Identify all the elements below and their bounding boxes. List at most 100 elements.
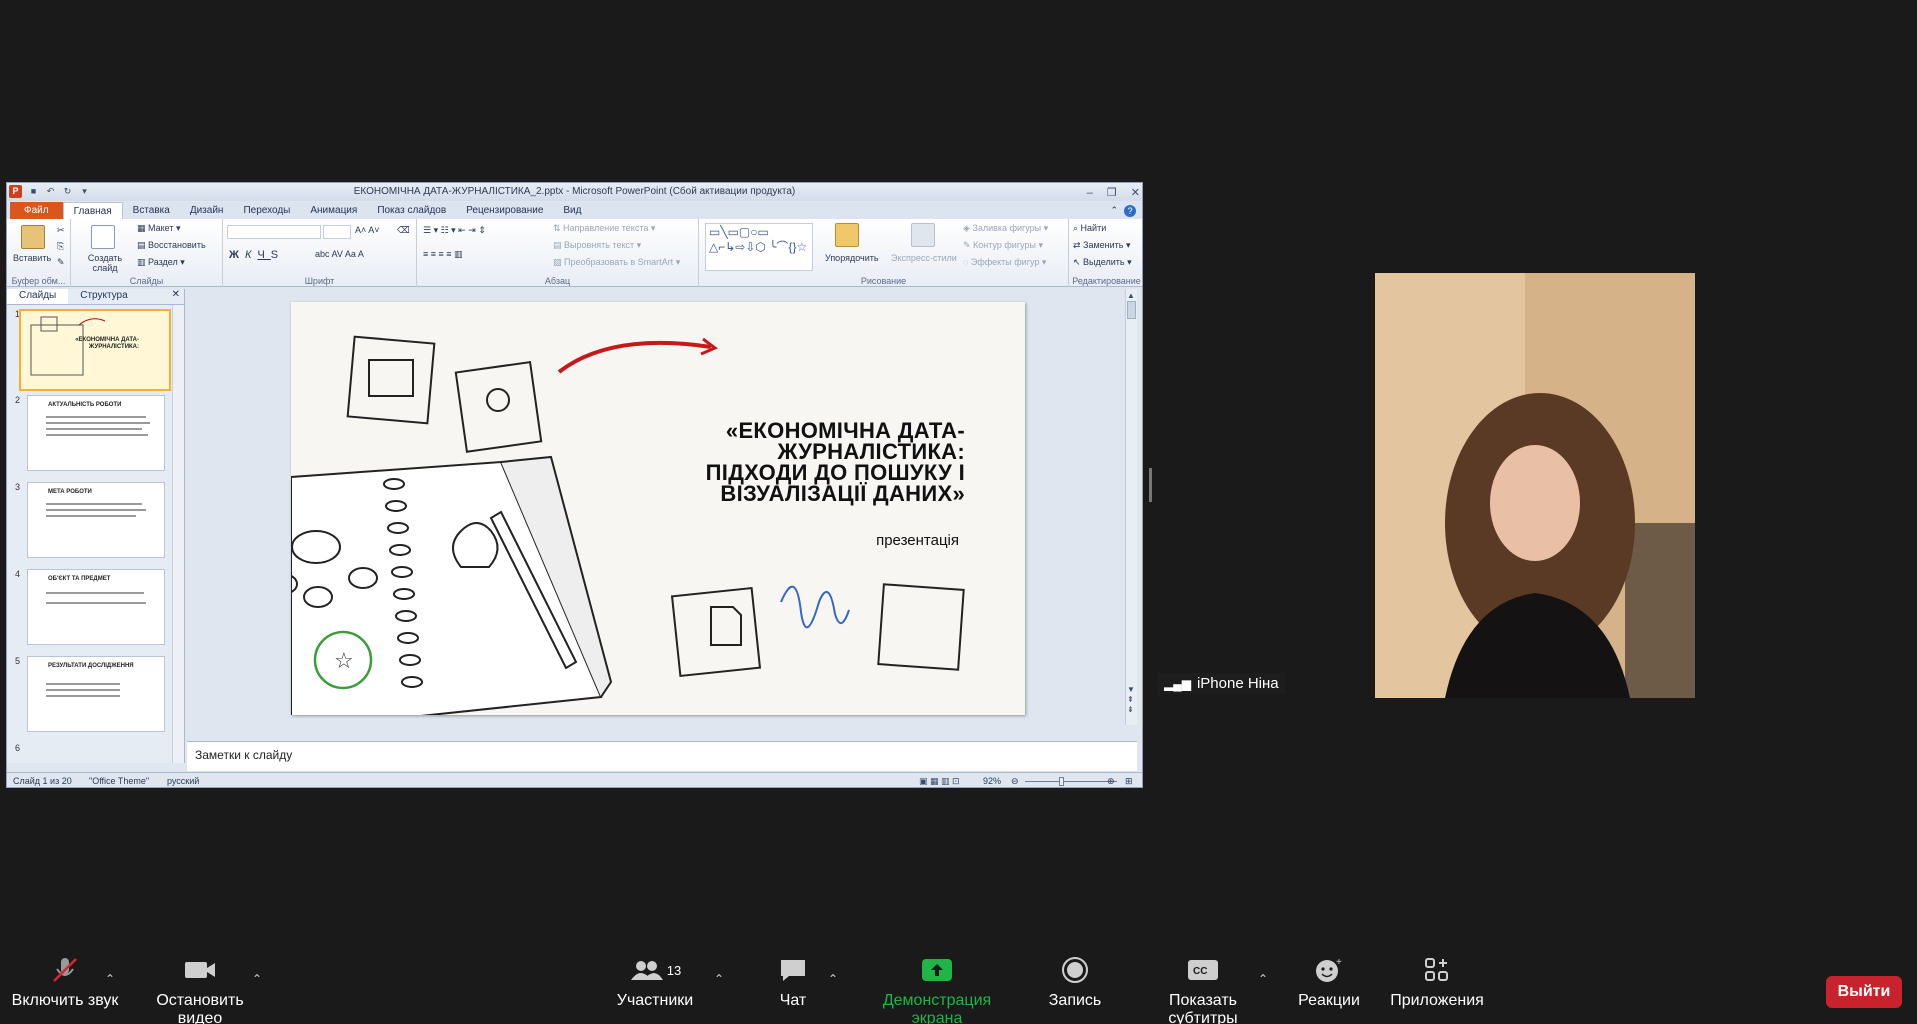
tab-file[interactable]: Файл xyxy=(10,202,63,219)
slide-thumbnail-5[interactable]: РЕЗУЛЬТАТИ ДОСЛІДЖЕННЯ xyxy=(27,656,165,732)
slide-thumbnail-3[interactable]: МЕТА РОБОТИ xyxy=(27,482,165,558)
tab-slides[interactable]: Слайды xyxy=(7,289,69,304)
shape-effects-button[interactable]: ◌ Эффекты фигур ▾ xyxy=(963,257,1046,268)
participant-video[interactable] xyxy=(1375,273,1695,698)
zoom-in-icon[interactable]: ⊕ xyxy=(1107,776,1115,787)
stop-video-button[interactable]: Остановить видео xyxy=(132,950,268,1024)
paste-icon[interactable] xyxy=(21,225,45,249)
quick-access-toolbar: P ■ ↶ ↻ ▾ xyxy=(9,185,90,198)
zoom-out-icon[interactable]: ⊖ xyxy=(1011,776,1019,787)
smartart-button[interactable]: ▧ Преобразовать в SmartArt ▾ xyxy=(553,257,680,268)
slide-thumbnail-1[interactable]: «ЕКОНОМІЧНА ДАТА- ЖУРНАЛІСТИКА: xyxy=(19,309,171,391)
zoom-slider-thumb[interactable] xyxy=(1059,777,1064,786)
chat-options-chevron-icon[interactable]: ⌃ xyxy=(828,972,838,986)
participants-options-chevron-icon[interactable]: ⌃ xyxy=(714,972,724,986)
language-indicator[interactable]: русский xyxy=(167,776,199,786)
splitter-handle[interactable] xyxy=(1149,468,1152,502)
align-buttons-icon[interactable]: ≡ ≡ ≡ ≡ ▥ xyxy=(423,249,463,260)
format-painter-icon[interactable]: ✎ xyxy=(57,257,65,268)
quick-styles-button[interactable]: Экспресс-стили xyxy=(891,253,957,263)
text-direction-label: Направление текста xyxy=(563,223,649,233)
powerpoint-logo-icon[interactable]: P xyxy=(9,185,22,198)
leave-meeting-button[interactable]: Выйти xyxy=(1826,976,1902,1008)
tab-design[interactable]: Дизайн xyxy=(180,202,234,219)
tab-insert[interactable]: Вставка xyxy=(123,202,180,219)
font-effects-icons[interactable]: abc AV Aa A xyxy=(315,249,364,259)
zoom-slider[interactable] xyxy=(1025,781,1117,782)
select-button[interactable]: ↖ Выделить ▾ xyxy=(1073,257,1132,268)
scroll-up-icon[interactable]: ▲ xyxy=(1127,291,1135,300)
grow-font-icon[interactable]: A˄ A˅ xyxy=(355,225,380,235)
participants-button[interactable]: 13 Участники xyxy=(612,950,698,1024)
redo-icon[interactable]: ↻ xyxy=(62,186,73,197)
tab-review[interactable]: Рецензирование xyxy=(456,202,553,219)
slide-scrollbar[interactable]: ▲ ▼ ⇞ ⇟ xyxy=(1125,289,1137,725)
section-button[interactable]: ▥ Раздел ▾ xyxy=(137,257,185,268)
tab-home[interactable]: Главная xyxy=(62,201,123,220)
font-style-buttons[interactable]: ЖКЧS xyxy=(229,249,284,261)
shape-outline-button[interactable]: ✎ Контур фигуры ▾ xyxy=(963,240,1043,251)
reactions-button[interactable]: + Реакции xyxy=(1296,950,1362,1024)
tab-slideshow[interactable]: Показ слайдов xyxy=(367,202,456,219)
audio-options-chevron-icon[interactable]: ⌃ xyxy=(105,972,115,986)
close-icon[interactable]: ✕ xyxy=(1131,184,1140,202)
save-icon[interactable]: ■ xyxy=(28,186,39,197)
slide-subtitle[interactable]: презентація xyxy=(876,532,959,549)
align-text-button[interactable]: ▤ Выровнять текст ▾ xyxy=(553,240,641,251)
minimize-icon[interactable]: – xyxy=(1087,184,1093,202)
customize-dropdown-icon[interactable]: ▾ xyxy=(79,186,90,197)
tab-transitions[interactable]: Переходы xyxy=(233,202,300,219)
arrange-icon[interactable] xyxy=(835,223,859,247)
find-button[interactable]: ⌕ Найти xyxy=(1073,223,1106,234)
replace-button[interactable]: ⇄ Заменить ▾ xyxy=(1073,240,1131,251)
cut-icon[interactable]: ✂ xyxy=(57,225,65,236)
list-buttons-icon[interactable]: ☰ ▾ ☷ ▾ ⇤ ⇥ ⇕ xyxy=(423,225,486,236)
collapse-ribbon-icon[interactable]: ⌃ xyxy=(1110,205,1118,217)
record-button[interactable]: Запись xyxy=(1046,950,1104,1024)
chat-button[interactable]: Чат xyxy=(770,950,816,1024)
copy-icon[interactable]: ⎘ xyxy=(57,241,64,252)
view-buttons-icon[interactable]: ▣ ▦ ▥ ⊡ xyxy=(919,776,960,787)
reset-icon: ▤ xyxy=(137,240,149,250)
shape-fill-button[interactable]: ◈ Заливка фигуры ▾ xyxy=(963,223,1048,234)
apps-button[interactable]: Приложения xyxy=(1386,950,1488,1024)
clear-formatting-icon[interactable]: ⌫ xyxy=(397,225,410,236)
layout-button[interactable]: ▦ Макет ▾ xyxy=(137,223,181,234)
captions-button[interactable]: CC Показать субтитры xyxy=(1134,950,1272,1024)
close-pane-icon[interactable]: ✕ xyxy=(168,289,184,304)
participants-icon: 13 xyxy=(612,950,698,990)
fit-slide-icon[interactable]: ⊞ xyxy=(1125,776,1133,787)
captions-options-chevron-icon[interactable]: ⌃ xyxy=(1258,972,1268,986)
slides-pane-scrollbar[interactable] xyxy=(172,305,184,763)
tab-animations[interactable]: Анимация xyxy=(300,202,367,219)
unmute-button[interactable]: Включить звук xyxy=(10,950,120,1024)
slide-thumbnail-2[interactable]: АКТУАЛЬНІСТЬ РОБОТИ xyxy=(27,395,165,471)
arrange-button[interactable]: Упорядочить xyxy=(825,253,879,263)
scroll-thumb[interactable] xyxy=(1127,301,1136,319)
undo-icon[interactable]: ↶ xyxy=(45,186,56,197)
tab-view[interactable]: Вид xyxy=(553,202,591,219)
new-slide-button[interactable]: Создать слайд xyxy=(85,253,125,273)
thumbnail-sketch-image: «ЕКОНОМІЧНА ДАТА-ЖУРНАЛІСТИКА: xyxy=(30,316,139,376)
record-label: Запись xyxy=(1048,992,1102,1009)
apps-label: Приложения xyxy=(1390,992,1484,1009)
new-slide-icon[interactable] xyxy=(91,225,115,249)
scroll-down-icons[interactable]: ▼ ⇞ ⇟ xyxy=(1127,685,1135,715)
notes-pane[interactable]: Заметки к слайду xyxy=(187,741,1137,771)
help-icon[interactable]: ? xyxy=(1124,204,1136,217)
current-slide[interactable]: ☆ «ЕКОНОМІЧНА ДАТА- ЖУРНАЛІСТИКА: ПІДХОД… xyxy=(291,302,1025,715)
text-direction-button[interactable]: ⇅ Направление текста ▾ xyxy=(553,223,655,234)
paste-button[interactable]: Вставить xyxy=(13,253,51,263)
tab-outline[interactable]: Структура xyxy=(68,289,139,304)
shapes-gallery[interactable]: ▭╲▭▢○▭ △⌐↳⇨⇩⬡ ╰⌒{}☆ xyxy=(705,223,813,271)
share-screen-button[interactable]: Демонстрация экрана xyxy=(856,950,1018,1024)
zoom-level[interactable]: 92% xyxy=(983,776,1001,786)
restore-icon[interactable]: ❐ xyxy=(1107,184,1117,202)
font-name-select[interactable] xyxy=(227,225,321,239)
slide-title[interactable]: «ЕКОНОМІЧНА ДАТА- ЖУРНАЛІСТИКА: ПІДХОДИ … xyxy=(635,420,965,505)
slide-thumbnail-4[interactable]: ОБ'ЄКТ ТА ПРЕДМЕТ xyxy=(27,569,165,645)
quick-styles-icon[interactable] xyxy=(911,223,935,247)
video-options-chevron-icon[interactable]: ⌃ xyxy=(252,972,262,986)
reset-button[interactable]: ▤ Восстановить xyxy=(137,240,206,251)
font-size-select[interactable] xyxy=(323,225,351,239)
